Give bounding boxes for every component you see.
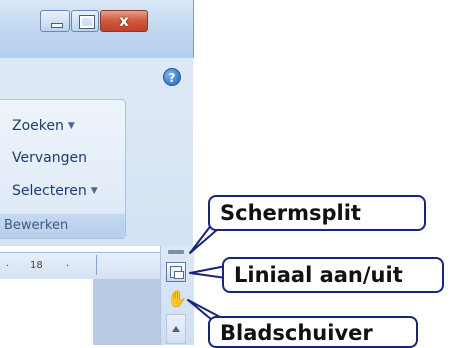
callout-pan: Bladschuiver xyxy=(208,316,418,348)
pointer-ruler xyxy=(189,265,227,279)
callout-pointers xyxy=(187,223,227,321)
callout-ruler-toggle: Liniaal aan/uit xyxy=(222,257,444,293)
callout-split: Schermsplit xyxy=(208,195,426,231)
